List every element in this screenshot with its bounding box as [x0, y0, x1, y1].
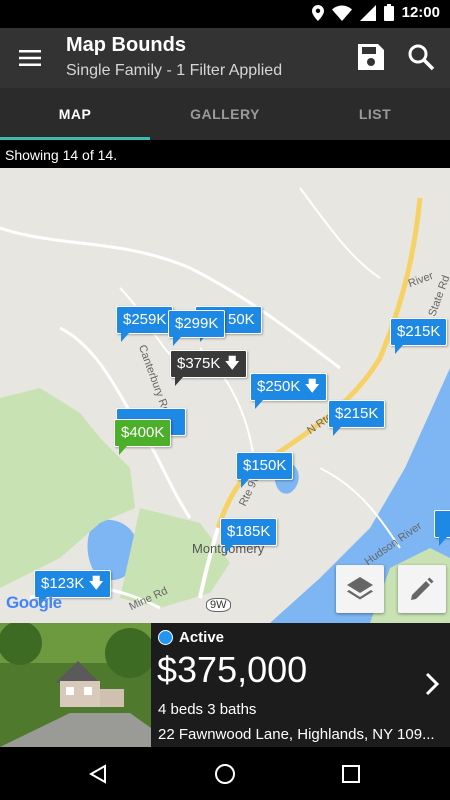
reduced-arrow-icon: 🡇 [88, 575, 104, 592]
status-text: Active [179, 629, 225, 646]
back-icon[interactable] [88, 764, 108, 784]
draw-boundary-button[interactable] [398, 565, 446, 613]
search-icon [408, 44, 435, 71]
open-listing-button[interactable] [424, 671, 440, 702]
price-pin[interactable]: $215K [390, 318, 448, 354]
listing-photo[interactable] [0, 623, 151, 747]
listing-status: Active [158, 629, 224, 646]
pencil-icon [411, 577, 434, 600]
price-pin[interactable]: $185K [220, 518, 278, 554]
search-button[interactable] [406, 42, 438, 74]
tab-gallery[interactable]: GALLERY [150, 88, 300, 140]
save-search-button[interactable] [356, 42, 388, 74]
reduced-arrow-icon: 🡇 [304, 378, 320, 395]
app-bar: Map Bounds Single Family - 1 Filter Appl… [0, 28, 450, 88]
location-icon [311, 4, 324, 21]
price-pin[interactable]: $259K [116, 306, 174, 342]
active-status-dot [158, 630, 173, 645]
route-9w-shield: 9W [206, 598, 231, 612]
results-count: Showing 14 of 14. [0, 140, 450, 168]
battery-icon [383, 4, 394, 21]
price-pin[interactable]: $250K 🡇 [250, 373, 327, 409]
save-icon [358, 44, 384, 70]
recents-icon[interactable] [342, 765, 360, 783]
price-pin[interactable]: $215K [328, 400, 386, 436]
price-pin[interactable]: $150K [236, 452, 294, 488]
map-layers-button[interactable] [336, 565, 384, 613]
listing-address: 22 Fawnwood Lane, Highlands, NY 109... [158, 726, 435, 743]
price-pin-new[interactable]: $400K [114, 419, 172, 455]
status-bar: 12:00 [0, 0, 450, 28]
reduced-arrow-icon: 🡇 [224, 355, 240, 372]
map-view[interactable]: Canterbury Rd N Rte Rte 9W State Rd Rive… [0, 168, 450, 623]
status-icons: 12:00 [311, 4, 440, 21]
home-icon[interactable] [214, 763, 236, 785]
price-pin-offscreen[interactable] [434, 510, 450, 546]
tab-map[interactable]: MAP [0, 88, 150, 140]
price-pin-selected[interactable]: $375K 🡇 [170, 350, 247, 386]
chevron-right-icon [425, 672, 440, 696]
listing-price: $375,000 [157, 649, 308, 690]
view-tabs: MAP GALLERY LIST [0, 88, 450, 140]
listing-beds-baths: 4 beds 3 baths [158, 701, 257, 718]
hamburger-menu-icon [19, 50, 41, 66]
price-pin[interactable]: $299K [168, 310, 226, 346]
signal-icon [359, 4, 376, 21]
tab-list[interactable]: LIST [300, 88, 450, 140]
status-time: 12:00 [401, 4, 440, 21]
page-title: Map Bounds [66, 34, 186, 56]
google-logo: Google [6, 593, 62, 612]
menu-button[interactable] [12, 40, 48, 76]
page-subtitle: Single Family - 1 Filter Applied [66, 62, 283, 79]
listing-card[interactable]: Active $375,000 4 beds 3 baths 22 Fawnwo… [0, 623, 450, 747]
layers-icon [347, 577, 373, 600]
system-nav-bar [0, 747, 450, 800]
wifi-icon [331, 5, 352, 21]
